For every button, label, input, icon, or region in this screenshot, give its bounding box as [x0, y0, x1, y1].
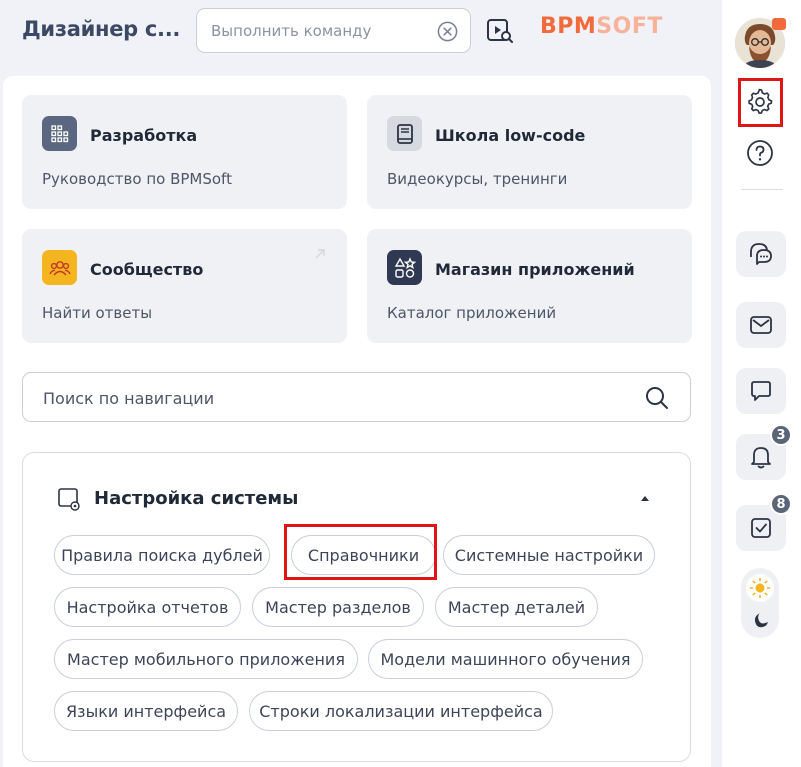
- chip-ml-models[interactable]: Модели машинного обучения: [368, 639, 643, 679]
- messages-button[interactable]: [736, 368, 786, 414]
- card-title: Разработка: [90, 126, 198, 145]
- card-development[interactable]: Разработка Руководство по BPMSoft: [22, 95, 347, 209]
- clear-icon[interactable]: [436, 20, 459, 43]
- card-title: Магазин приложений: [435, 260, 635, 279]
- chip-system-settings[interactable]: Системные настройки: [443, 535, 655, 575]
- chip-report-settings[interactable]: Настройка отчетов: [54, 587, 241, 627]
- card-subtitle: Видеокурсы, тренинги: [387, 170, 568, 188]
- bell-icon: [751, 447, 771, 469]
- sun-icon[interactable]: [746, 574, 774, 602]
- help-button[interactable]: [740, 133, 780, 173]
- avatar-status-badge: [772, 18, 786, 30]
- chip-section-wizard[interactable]: Мастер разделов: [252, 587, 424, 627]
- section-title: Настройка системы: [94, 488, 299, 509]
- chip-detail-wizard[interactable]: Мастер деталей: [435, 587, 598, 627]
- chat-bubbles-icon: [750, 243, 772, 265]
- chip-duplicate-rules[interactable]: Правила поиска дублей: [54, 535, 270, 575]
- highlight-settings: [738, 78, 783, 127]
- mail-button[interactable]: [736, 302, 786, 348]
- navigation-search-input[interactable]: [43, 386, 603, 410]
- card-title: Сообщество: [90, 260, 204, 279]
- card-title: Школа low-code: [435, 126, 586, 145]
- grid-code-icon: [42, 116, 77, 151]
- card-lowcode-school[interactable]: Школа low-code Видеокурсы, тренинги: [367, 95, 692, 209]
- navigation-search-box[interactable]: [22, 372, 691, 422]
- video-search-icon[interactable]: [486, 18, 514, 44]
- help-icon: [747, 140, 773, 166]
- search-icon[interactable]: [644, 385, 670, 411]
- people-icon: [42, 250, 77, 285]
- card-community[interactable]: Сообщество Найти ответы: [22, 229, 347, 343]
- window-gear-icon: [58, 488, 80, 511]
- highlight-lookups: [284, 524, 437, 580]
- book-icon: [387, 116, 422, 151]
- moon-icon[interactable]: [750, 612, 768, 630]
- command-input[interactable]: [211, 20, 426, 42]
- checkbox-icon: [751, 518, 771, 538]
- card-subtitle: Найти ответы: [42, 304, 153, 322]
- notifications-count-badge: 3: [770, 424, 792, 446]
- external-link-icon: [315, 249, 325, 259]
- message-icon: [751, 381, 771, 401]
- rail-divider: [741, 189, 783, 190]
- system-settings-section: Настройка системы Правила поиска дублей …: [22, 452, 691, 762]
- card-app-store[interactable]: Магазин приложений Каталог приложений: [367, 229, 692, 343]
- collapse-icon[interactable]: [640, 495, 650, 501]
- chat-button[interactable]: [736, 231, 786, 277]
- shapes-icon: [387, 250, 422, 285]
- card-subtitle: Руководство по BPMSoft: [42, 170, 232, 188]
- mail-icon: [750, 316, 772, 334]
- card-subtitle: Каталог приложений: [387, 304, 557, 322]
- chip-mobile-wizard[interactable]: Мастер мобильного приложения: [54, 639, 358, 679]
- command-search-box[interactable]: [196, 8, 471, 53]
- page-title: Дизайнер с...: [22, 17, 181, 41]
- bpmsoft-logo: BPMSOFT: [540, 14, 663, 39]
- chip-interface-languages[interactable]: Языки интерфейса: [54, 691, 238, 731]
- chip-localization-strings[interactable]: Строки локализации интерфейса: [249, 691, 553, 731]
- main-panel: Разработка Руководство по BPMSoft Школа …: [3, 76, 711, 767]
- tasks-count-badge: 8: [770, 493, 792, 515]
